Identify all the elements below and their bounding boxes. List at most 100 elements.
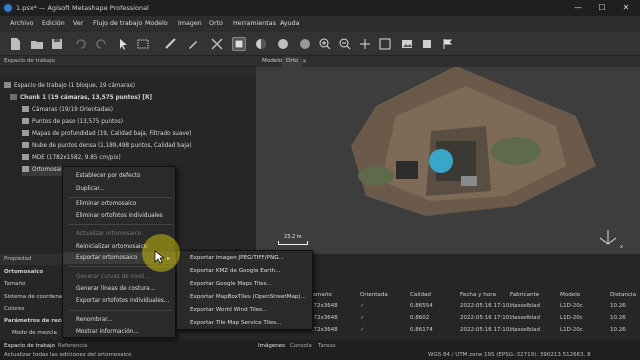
workspace-header-title: Espacio de trabajo — [4, 58, 56, 64]
rectangle-selection-icon[interactable] — [136, 37, 150, 51]
image-icon[interactable] — [400, 37, 414, 51]
mouse-cursor-icon — [154, 250, 164, 264]
colors-icon[interactable] — [276, 37, 290, 51]
check-icon: ✓ — [360, 303, 365, 309]
menu-separator — [69, 224, 173, 225]
menu-imagen[interactable]: Imagen — [178, 20, 202, 27]
tab-tareas[interactable]: Tareas — [318, 343, 336, 349]
tree-item-cameras[interactable]: Cámaras (19/19 Orientadas) — [22, 106, 113, 116]
minimize-button[interactable]: — — [566, 0, 590, 16]
check-icon: ✓ — [360, 315, 365, 321]
menu-ayuda[interactable]: Ayuda — [280, 20, 299, 27]
properties-header-title: Propiedad — [4, 256, 32, 262]
app-icon — [4, 4, 12, 12]
title-bar: 1.psx* — Agisoft Metashape Professional … — [0, 0, 640, 16]
tab-referencia[interactable]: Referencia — [58, 343, 87, 349]
draw-icon[interactable] — [186, 37, 200, 51]
tree-item-tie-points[interactable]: Puntos de paso (13,575 puntos) — [22, 118, 123, 128]
orthomosaic-view-icon[interactable] — [232, 37, 246, 51]
chunk-row[interactable]: Chunk 1 (19 cámaras, 13,575 puntos) [R] — [10, 94, 152, 104]
status-bar: Espacio de trabajo Referencia Imágenes C… — [0, 340, 640, 360]
orthomosaic-icon — [22, 166, 29, 172]
submenu-item-export-tms[interactable]: Exportar Tile Map Service Tiles... — [177, 317, 314, 330]
menu-flujo-de-trabajo[interactable]: Flujo de trabajo — [93, 20, 142, 27]
menu-item-exportar-ortofotos[interactable]: Exportar ortofotos individuales... — [63, 295, 177, 307]
menu-herramientas[interactable]: Herramientas — [233, 20, 276, 27]
prop-row: Modo de mezcla — [12, 330, 57, 336]
col-distancia[interactable]: Distancia — [610, 292, 636, 298]
dense-cloud-icon — [22, 142, 29, 148]
submenu-item-export-google-maps[interactable]: Exportar Google Maps Tiles... — [177, 278, 314, 291]
zoom-out-icon[interactable] — [338, 37, 352, 51]
reset-view-icon[interactable] — [358, 37, 372, 51]
ruler-icon[interactable] — [164, 37, 178, 51]
zoom-in-icon[interactable] — [318, 37, 332, 51]
menu-item-generar-curvas: Generar curvas de nivel... — [76, 274, 150, 280]
status-message: Actualizar todas las ediciones del ortom… — [4, 352, 132, 358]
cut-icon[interactable] — [210, 37, 224, 51]
menu-item-generar-lineas-costura[interactable]: Generar líneas de costura... — [63, 283, 177, 295]
flag-icon[interactable] — [440, 37, 454, 51]
dem-icon — [22, 154, 29, 160]
prop-row: Sistema de coordenada — [4, 294, 70, 300]
tab-espacio-de-trabajo[interactable]: Espacio de trabajo — [4, 343, 55, 349]
viewport-tabs: Modelo Orto × — [256, 56, 640, 67]
submenu-item-export-mapbox[interactable]: Exportar MapBoxTiles (OpenStreetMap)... — [177, 291, 314, 304]
tie-points-icon — [22, 118, 29, 124]
fit-view-icon[interactable] — [378, 37, 392, 51]
workspace-root[interactable]: Espacio de trabajo (1 bloque, 19 cámaras… — [4, 82, 135, 92]
menu-orto[interactable]: Orto — [209, 20, 223, 27]
menu-item-renombrar[interactable]: Renombrar... — [63, 314, 177, 326]
menu-separator — [69, 310, 173, 311]
pool-shape — [429, 149, 453, 173]
open-folder-icon[interactable] — [30, 37, 44, 51]
maximize-button[interactable]: ☐ — [590, 0, 614, 16]
close-button[interactable]: ✕ — [614, 0, 638, 16]
scale-bar — [278, 241, 308, 245]
tab-orto[interactable]: Orto — [282, 57, 303, 67]
layers-icon[interactable] — [420, 37, 434, 51]
navigation-cursor-icon[interactable] — [116, 37, 130, 51]
new-project-icon[interactable] — [8, 37, 22, 51]
menu-item-mostrar-informacion[interactable]: Mostrar información... — [63, 326, 177, 338]
save-icon[interactable] — [50, 37, 64, 51]
submenu-item-export-world-wind[interactable]: Exportar World Wind Tiles... — [177, 304, 314, 317]
tab-consola[interactable]: Consola — [290, 343, 312, 349]
axis-label: x — [620, 244, 623, 250]
export-submenu: Exportar imagen JPEG/TIFF/PNG... Exporta… — [176, 250, 313, 330]
menu-ver[interactable]: Ver — [73, 20, 83, 27]
menu-item-eliminar-ortomosaico[interactable]: Eliminar ortomosaico — [63, 198, 177, 210]
col-modelo[interactable]: Modelo — [560, 292, 580, 298]
menu-item-duplicar[interactable]: Duplicar... — [63, 183, 177, 195]
axis-gizmo-icon — [599, 230, 617, 245]
col-orientada[interactable]: Orientada — [360, 292, 388, 298]
menu-modelo[interactable]: Modelo — [145, 20, 168, 27]
menu-item-eliminar-ortofotos[interactable]: Eliminar ortofotos individuales — [63, 210, 177, 222]
tree-item-depth-maps[interactable]: Mapas de profundidad (19, Calidad baja, … — [22, 130, 191, 140]
submenu-item-export-image[interactable]: Exportar imagen JPEG/TIFF/PNG... — [177, 252, 314, 265]
shading-icon[interactable] — [254, 37, 268, 51]
depth-maps-icon — [22, 130, 29, 136]
menu-archivo[interactable]: Archivo — [10, 20, 34, 27]
menu-bar: Archivo Edición Ver Flujo de trabajo Mod… — [0, 16, 640, 32]
tab-imagenes[interactable]: Imágenes — [258, 343, 285, 349]
prop-row: Colores — [4, 306, 25, 312]
tree-item-dem[interactable]: MDE (1782x1582, 9.85 cm/pix) — [22, 154, 121, 164]
tree-item-dense-cloud[interactable]: Nube de puntos densa (1,189,498 puntos, … — [22, 142, 192, 152]
coordinate-readout: WGS 84 / UTM zone 19S (EPSG::32719): 390… — [428, 352, 591, 358]
palette-icon[interactable] — [298, 37, 312, 51]
prop-row: Ortomosaico — [4, 269, 44, 275]
col-calidad[interactable]: Calidad — [410, 292, 431, 298]
col-fecha[interactable]: Fecha y hora — [460, 292, 496, 298]
col-fabricante[interactable]: Fabricante — [510, 292, 539, 298]
ortho-viewport[interactable]: 23.2 m x — [256, 56, 640, 254]
menu-item-establecer-por-defecto[interactable]: Establecer por defecto — [63, 170, 177, 182]
undo-icon[interactable] — [74, 37, 88, 51]
close-tab-icon[interactable]: × — [302, 58, 307, 65]
chunk-icon — [10, 94, 17, 100]
menu-edicion[interactable]: Edición — [42, 20, 65, 27]
workspace-icon — [4, 82, 11, 88]
submenu-item-export-kmz[interactable]: Exportar KMZ de Google Earth... — [177, 265, 314, 278]
redo-icon[interactable] — [94, 37, 108, 51]
window-title: 1.psx* — Agisoft Metashape Professional — [16, 4, 149, 12]
